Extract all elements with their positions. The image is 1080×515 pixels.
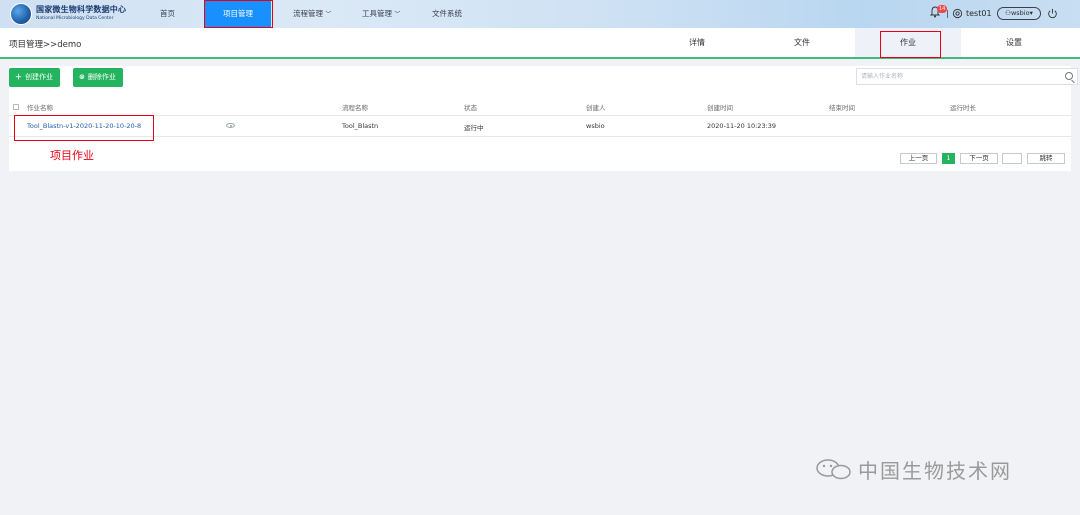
select-all-checkbox[interactable]	[13, 104, 19, 110]
tab-jobs[interactable]: 作业	[855, 28, 961, 57]
table-row[interactable]: Tool_Blastn-v1-2020-11-20-10-20-8 Tool_B…	[9, 116, 1071, 137]
col-job-name: 作业名称	[27, 104, 53, 112]
job-name-link[interactable]: Tool_Blastn-v1-2020-11-20-10-20-8	[27, 122, 141, 130]
tab-details[interactable]: 详情	[644, 28, 750, 57]
annotation-label: 项目作业	[50, 149, 94, 162]
table-header: 作业名称 流程名称 状态 创建人 创建时间 结束时间 运行时长	[9, 96, 1071, 116]
plus-icon: ＋	[15, 73, 22, 81]
logo-icon[interactable]	[10, 3, 32, 25]
nav-tools-label: 工具管理	[362, 9, 392, 18]
col-duration: 运行时长	[950, 104, 976, 112]
close-circle-icon: ⊗	[79, 73, 85, 81]
project-header: 项目管理>>demo 详情 文件 作业 设置	[0, 28, 1080, 59]
username[interactable]: test01	[966, 0, 992, 28]
breadcrumb: 项目管理>>demo	[9, 40, 82, 50]
create-job-label: 创建作业	[25, 73, 53, 81]
next-page-button[interactable]: 下一页	[960, 153, 998, 164]
watermark-text: 中国生物技术网	[858, 459, 1012, 483]
job-pipeline: Tool_Blastn	[342, 122, 379, 130]
nav-tools-management[interactable]: 工具管理 ﹀	[362, 0, 400, 28]
tab-settings[interactable]: 设置	[961, 28, 1067, 57]
delete-job-button[interactable]: ⊗ 删除作业	[73, 68, 123, 87]
col-creator: 创建人	[586, 104, 606, 112]
logo-title: 国家微生物科学数据中心	[36, 5, 127, 14]
page-number-current[interactable]: 1	[942, 153, 955, 164]
nav-project-management[interactable]: 项目管理	[205, 0, 271, 28]
nav-pipeline-management[interactable]: 流程管理 ﹀	[293, 0, 331, 28]
col-created-time: 创建时间	[707, 104, 733, 112]
col-end-time: 结束时间	[829, 104, 855, 112]
tab-files[interactable]: 文件	[749, 28, 855, 57]
nav-home[interactable]: 首页	[160, 0, 175, 28]
eye-icon[interactable]	[226, 123, 235, 128]
nav-file-system[interactable]: 文件系统	[432, 0, 462, 28]
logo-subtitle: National Microbiology Data Center	[36, 16, 114, 21]
org-selector[interactable]: ⚇wsbio▾	[997, 7, 1041, 20]
search-placeholder: 请输入作业名称	[861, 73, 904, 80]
org-name: wsbio	[1010, 9, 1030, 17]
power-icon[interactable]	[1047, 8, 1058, 19]
col-status: 状态	[464, 104, 477, 112]
search-input[interactable]: 请输入作业名称	[856, 68, 1078, 85]
delete-job-label: 删除作业	[87, 73, 116, 81]
wechat-icon	[816, 459, 851, 480]
page-jump-input[interactable]	[1002, 153, 1022, 164]
job-created-time: 2020-11-20 10:23:39	[707, 122, 777, 130]
gear-icon[interactable]	[952, 8, 963, 19]
chevron-down-icon: ﹀	[394, 11, 401, 18]
top-navbar: 国家微生物科学数据中心 National Microbiology Data C…	[0, 0, 1080, 28]
job-creator: wsbio	[586, 122, 605, 130]
divider: |	[946, 9, 949, 18]
col-pipeline: 流程名称	[342, 104, 368, 112]
jump-button[interactable]: 跳转	[1027, 153, 1065, 164]
search-icon[interactable]	[1065, 72, 1073, 80]
job-status: 运行中	[464, 124, 484, 132]
caret-down-icon: ▾	[1029, 9, 1033, 17]
chevron-down-icon: ﹀	[325, 11, 332, 18]
prev-page-button[interactable]: 上一页	[900, 153, 937, 164]
nav-pipeline-label: 流程管理	[293, 9, 323, 18]
create-job-button[interactable]: ＋创建作业	[9, 68, 60, 87]
